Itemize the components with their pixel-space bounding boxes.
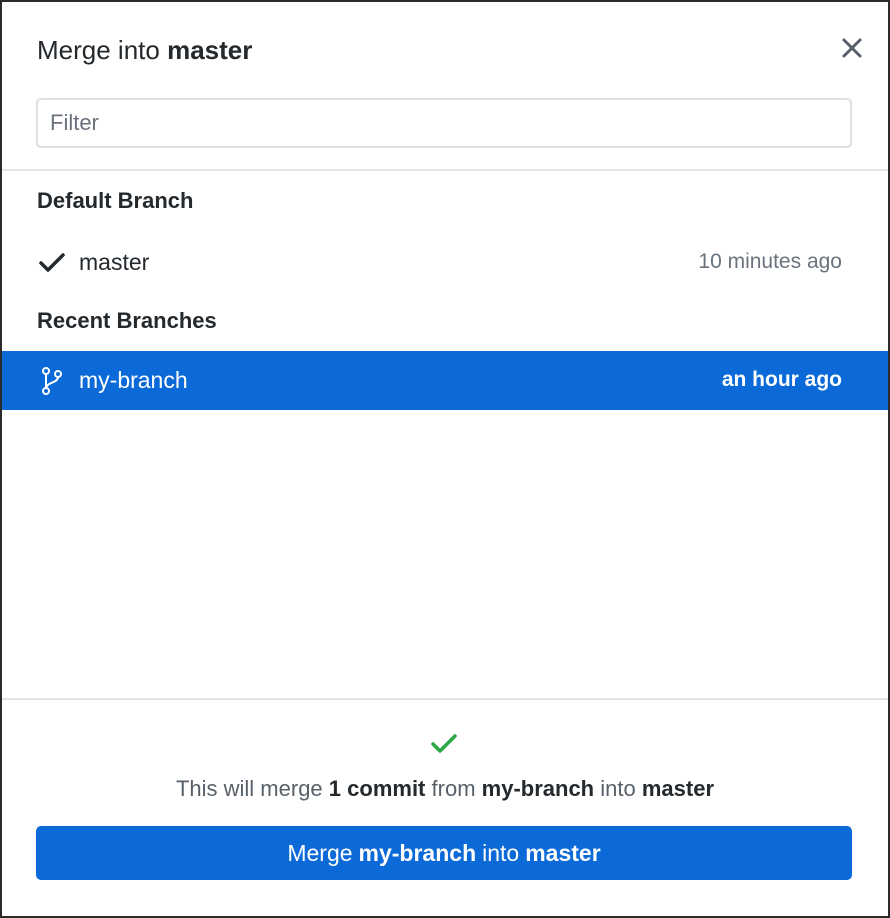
branch-time: an hour ago <box>721 368 842 391</box>
divider <box>2 169 888 171</box>
success-check-icon <box>430 730 458 758</box>
title-branch: master <box>167 35 253 65</box>
branch-item-master[interactable]: master 10 minutes ago <box>2 233 888 292</box>
checkmark-icon <box>38 249 66 277</box>
merge-dialog: Merge into master Default Branch master … <box>0 0 890 918</box>
summary-text: into <box>600 776 636 801</box>
filter-field <box>36 98 852 148</box>
default-branch-heading: Default Branch <box>37 188 194 213</box>
close-icon <box>842 38 862 58</box>
branch-name: master <box>79 249 150 275</box>
filter-input[interactable] <box>36 98 852 148</box>
dialog-title: Merge into master <box>37 35 252 66</box>
branch-name: my-branch <box>79 367 188 393</box>
merge-button-prefix: Merge <box>287 839 353 866</box>
summary-text: This will merge <box>175 776 323 801</box>
title-prefix: Merge into <box>37 35 160 65</box>
merge-summary: This will merge 1 commit from my-branch … <box>2 776 888 802</box>
merge-button-target: master <box>525 839 601 866</box>
divider <box>2 698 888 700</box>
recent-branches-heading: Recent Branches <box>37 308 217 333</box>
target-branch: master <box>641 776 715 801</box>
commit-count: 1 commit <box>328 776 426 801</box>
merge-button-source: my-branch <box>358 839 477 866</box>
merge-button-middle: into <box>482 839 520 866</box>
branch-item-my-branch[interactable]: my-branch an hour ago <box>2 351 888 410</box>
summary-text: from <box>431 776 476 801</box>
branch-time: 10 minutes ago <box>698 250 842 273</box>
source-branch: my-branch <box>481 776 595 801</box>
git-branch-icon <box>38 367 66 395</box>
merge-button[interactable]: Merge my-branch into master <box>36 826 852 880</box>
dialog-header: Merge into master <box>2 2 888 102</box>
close-button[interactable] <box>836 32 868 64</box>
